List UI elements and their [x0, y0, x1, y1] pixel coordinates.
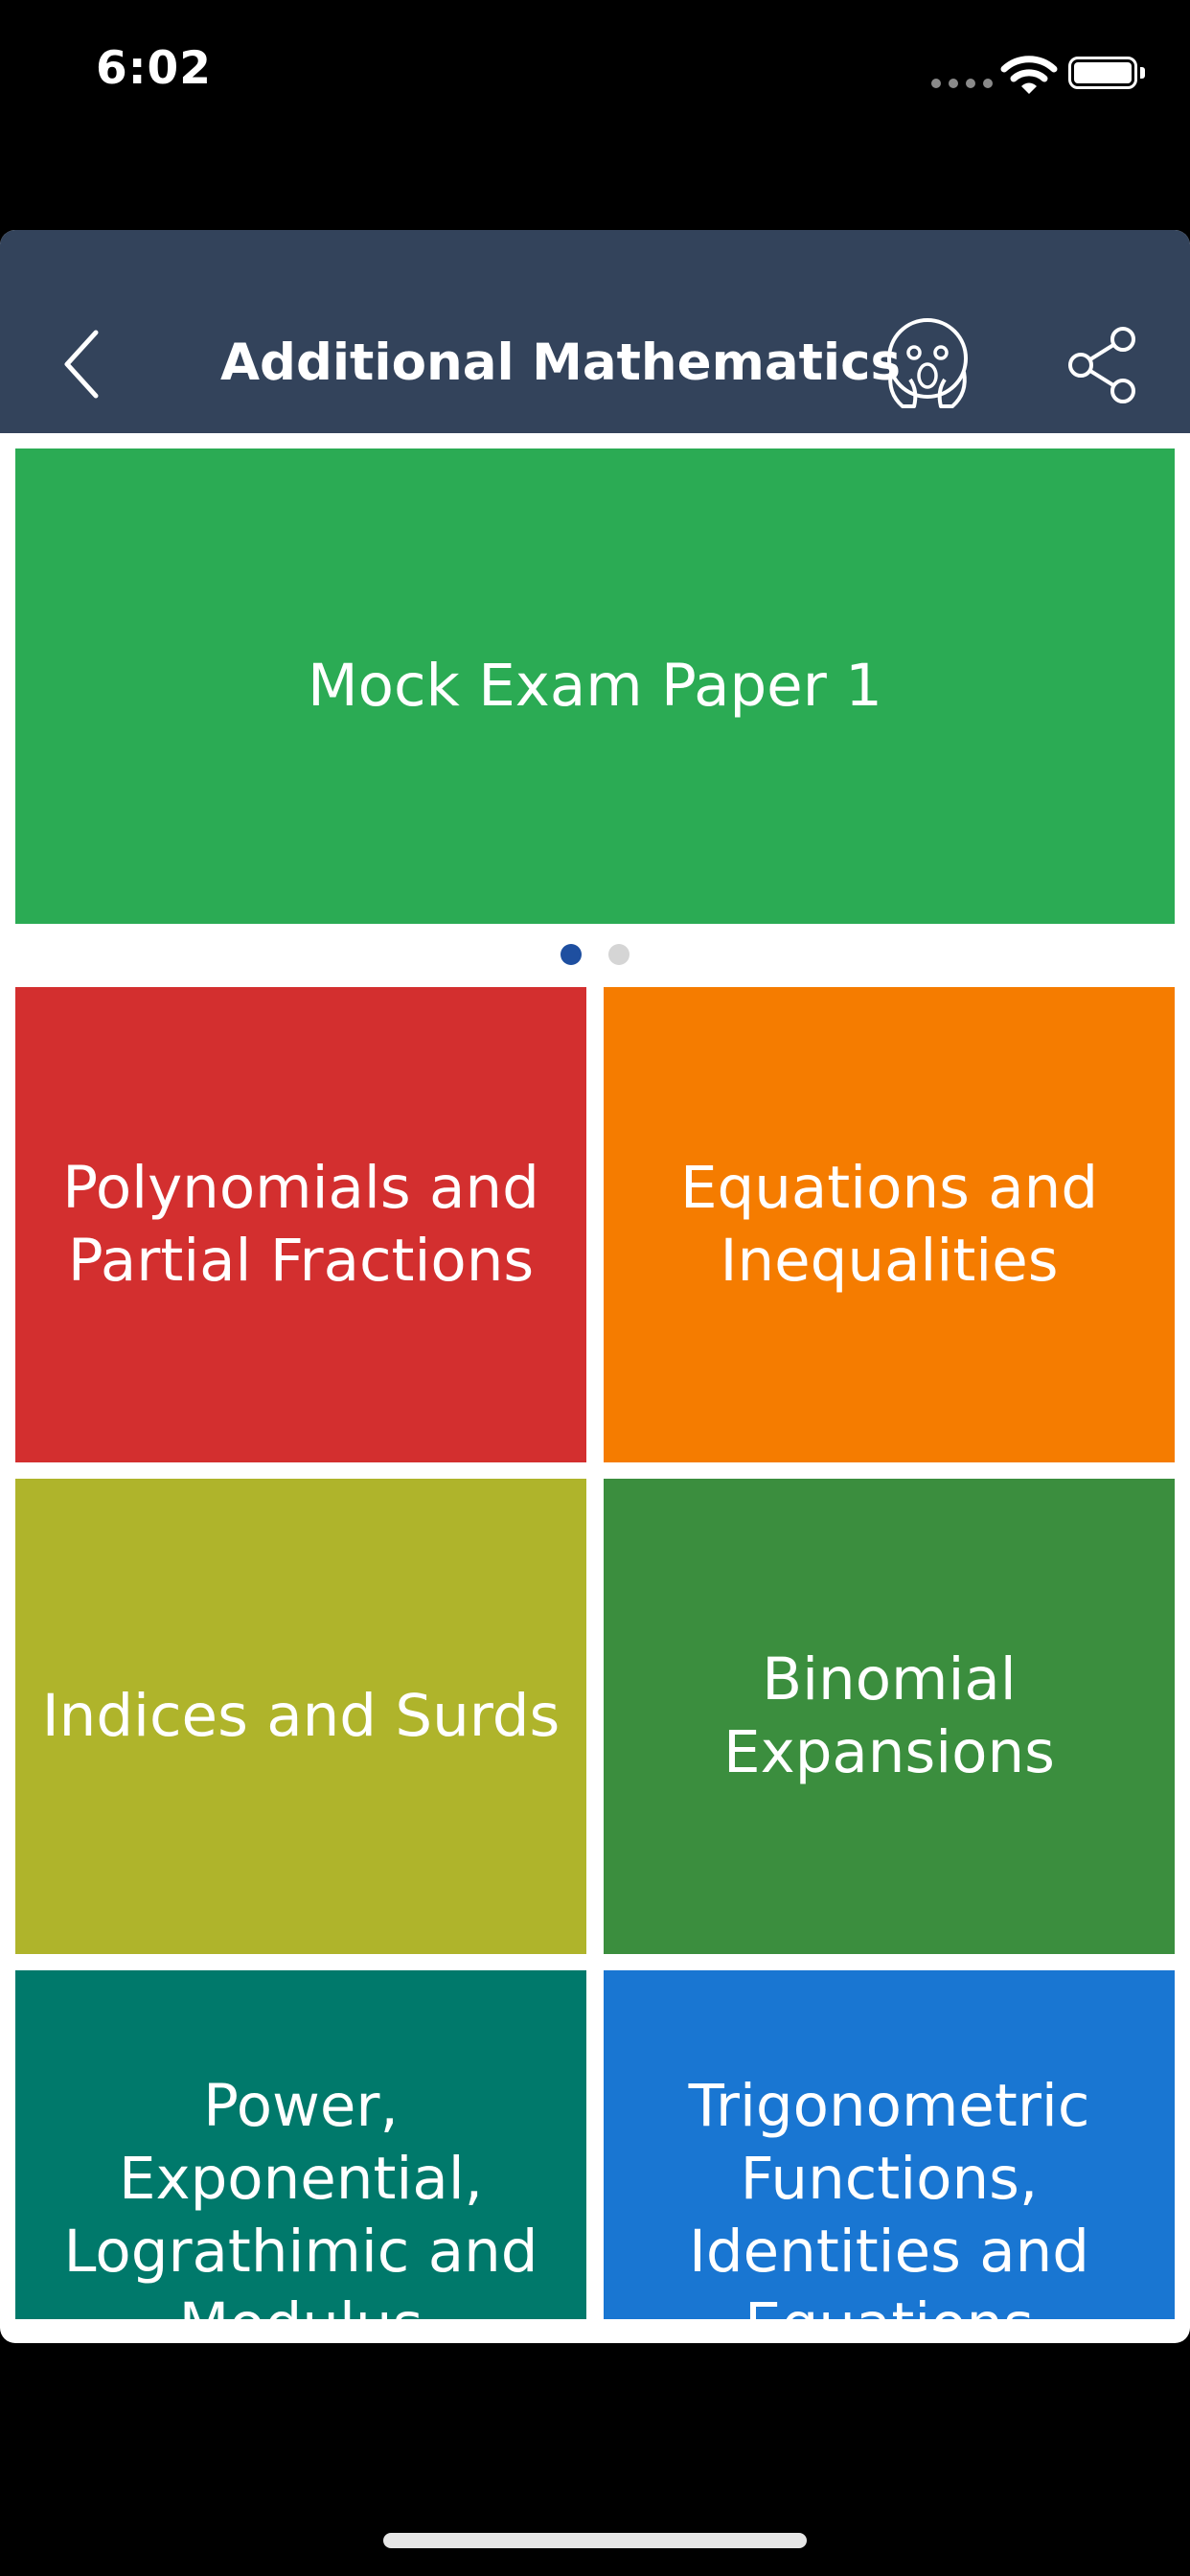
- topic-tile[interactable]: Power, Exponential, Lograthimic and Modu…: [15, 1970, 586, 2319]
- page-dot[interactable]: [608, 944, 629, 965]
- status-time: 6:02: [96, 42, 212, 95]
- battery-icon: [1068, 57, 1145, 89]
- shocked-face-icon[interactable]: [880, 316, 975, 412]
- topic-tile[interactable]: Binomial Expansions: [604, 1479, 1175, 1954]
- back-chevron-icon[interactable]: [57, 321, 115, 407]
- wifi-icon: [1000, 56, 1058, 94]
- topic-tile[interactable]: Indices and Surds: [15, 1479, 586, 1954]
- status-bar: 6:02: [0, 0, 1190, 144]
- topic-label: Polynomials and Partial Fractions: [62, 1154, 539, 1295]
- carousel-slide-label: Mock Exam Paper 1: [308, 652, 882, 720]
- topic-grid: Polynomials and Partial Fractions Equati…: [0, 987, 1190, 2319]
- topic-label: Equations and Inequalities: [679, 1154, 1099, 1295]
- topic-tile[interactable]: Polynomials and Partial Fractions: [15, 987, 586, 1462]
- topic-label: Trigonometric Functions, Identities and …: [688, 2072, 1090, 2319]
- home-indicator[interactable]: [383, 2533, 807, 2548]
- cellular-signal-icon: [931, 79, 993, 88]
- carousel-slide-mock-exam[interactable]: Mock Exam Paper 1: [15, 448, 1175, 924]
- app-window: Additional Mathematics Mock Exam Paper 1…: [0, 230, 1190, 2343]
- topic-label: Binomial Expansions: [723, 1645, 1055, 1786]
- share-icon[interactable]: [1065, 324, 1142, 406]
- topic-tile[interactable]: Equations and Inequalities: [604, 987, 1175, 1462]
- topic-label: Indices and Surds: [41, 1682, 561, 1750]
- page-indicator[interactable]: [0, 944, 1190, 965]
- topic-tile[interactable]: Trigonometric Functions, Identities and …: [604, 1970, 1175, 2319]
- topic-label: Power, Exponential, Lograthimic and Modu…: [63, 2072, 538, 2319]
- navigation-bar: Additional Mathematics: [0, 230, 1190, 433]
- page-dot-active[interactable]: [561, 944, 582, 965]
- page-title: Additional Mathematics: [220, 334, 902, 392]
